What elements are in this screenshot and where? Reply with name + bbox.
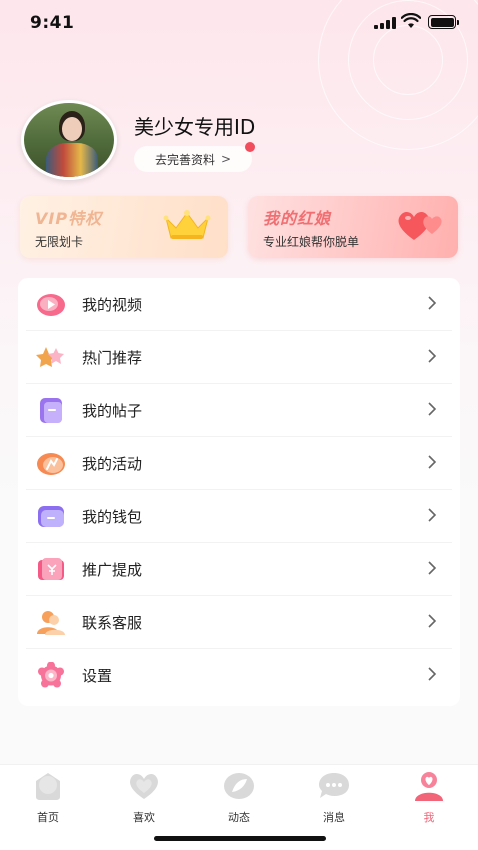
menu-item-label: 联系客服: [82, 614, 143, 632]
edit-profile-label: 去完善资料: [154, 152, 215, 167]
menu-item-label: 推广提成: [82, 561, 143, 579]
tab-label: 首页: [37, 811, 59, 824]
wifi-icon: [401, 13, 421, 28]
tab-label: 消息: [323, 811, 345, 824]
vip-card-title: VIP特权: [35, 209, 103, 228]
hearts-icon: [398, 211, 442, 240]
vip-card-subtitle: 无限划卡: [35, 235, 84, 249]
menu-item-my-wallet[interactable]: 我的钱包: [18, 490, 460, 543]
tab-label: 我: [423, 811, 435, 824]
avatar[interactable]: [21, 100, 117, 180]
menu-list: 我的视频 热门推荐 我的帖子 我的活动 我的钱包 推广提成 联系客服 设置: [18, 278, 460, 706]
tab-home[interactable]: 首页: [18, 771, 78, 825]
post-icon: [40, 398, 62, 423]
wallet-icon: [38, 506, 64, 527]
chevron-right-icon: >: [220, 152, 232, 166]
commission-icon: [38, 558, 64, 580]
matchmaker-card[interactable]: 我的红娘 专业红娘帮你脱单: [248, 196, 458, 258]
menu-item-hot-picks[interactable]: 热门推荐: [18, 331, 460, 384]
chevron-right-icon: [428, 508, 437, 522]
menu-item-label: 热门推荐: [82, 349, 143, 367]
menu-item-label: 我的钱包: [82, 508, 143, 526]
menu-item-label: 我的帖子: [82, 402, 143, 420]
vip-card[interactable]: VIP特权 无限划卡: [20, 196, 228, 258]
star-icon: [36, 347, 64, 367]
chevron-right-icon: [428, 455, 437, 469]
video-icon: [37, 294, 65, 316]
menu-item-my-videos[interactable]: 我的视频: [18, 278, 460, 331]
activity-icon: [37, 453, 65, 475]
crown-icon: [163, 210, 211, 239]
chevron-right-icon: [428, 667, 437, 681]
tab-me[interactable]: 我: [399, 771, 459, 825]
tab-likes[interactable]: 喜欢: [114, 771, 174, 825]
chevron-right-icon: [428, 296, 437, 310]
menu-item-commission[interactable]: 推广提成: [18, 543, 460, 596]
notification-dot: [245, 142, 255, 152]
chevron-right-icon: [428, 402, 437, 416]
matchmaker-card-title: 我的红娘: [263, 209, 332, 228]
menu-item-settings[interactable]: 设置: [18, 649, 460, 702]
battery-icon: [428, 15, 459, 29]
chevron-right-icon: [428, 561, 437, 575]
menu-item-label: 我的视频: [82, 296, 143, 314]
tab-label: 动态: [228, 811, 250, 824]
tab-messages[interactable]: 消息: [304, 771, 364, 825]
home-icon: [36, 773, 60, 800]
chevron-right-icon: [428, 349, 437, 363]
tab-feed[interactable]: 动态: [209, 771, 269, 825]
settings-icon: [38, 662, 64, 688]
customer-service-icon: [37, 611, 65, 635]
menu-item-customer-service[interactable]: 联系客服: [18, 596, 460, 649]
status-time: 9:41: [30, 13, 75, 33]
menu-item-label: 我的活动: [82, 455, 143, 473]
matchmaker-card-subtitle: 专业红娘帮你脱单: [263, 235, 360, 249]
menu-item-my-activities[interactable]: 我的活动: [18, 437, 460, 490]
home-indicator: [154, 836, 326, 841]
profile-name: 美少女专用ID: [134, 115, 256, 139]
tab-label: 喜欢: [133, 811, 155, 824]
chevron-right-icon: [428, 614, 437, 628]
message-icon: [319, 773, 349, 798]
heart-icon: [130, 773, 158, 799]
edit-profile-button[interactable]: 去完善资料 >: [134, 146, 252, 172]
profile-icon: [415, 772, 443, 801]
status-bar: 9:41: [0, 0, 478, 48]
menu-item-label: 设置: [82, 667, 113, 685]
signal-icon: [374, 17, 396, 29]
feed-icon: [224, 773, 254, 799]
menu-item-my-posts[interactable]: 我的帖子: [18, 384, 460, 437]
